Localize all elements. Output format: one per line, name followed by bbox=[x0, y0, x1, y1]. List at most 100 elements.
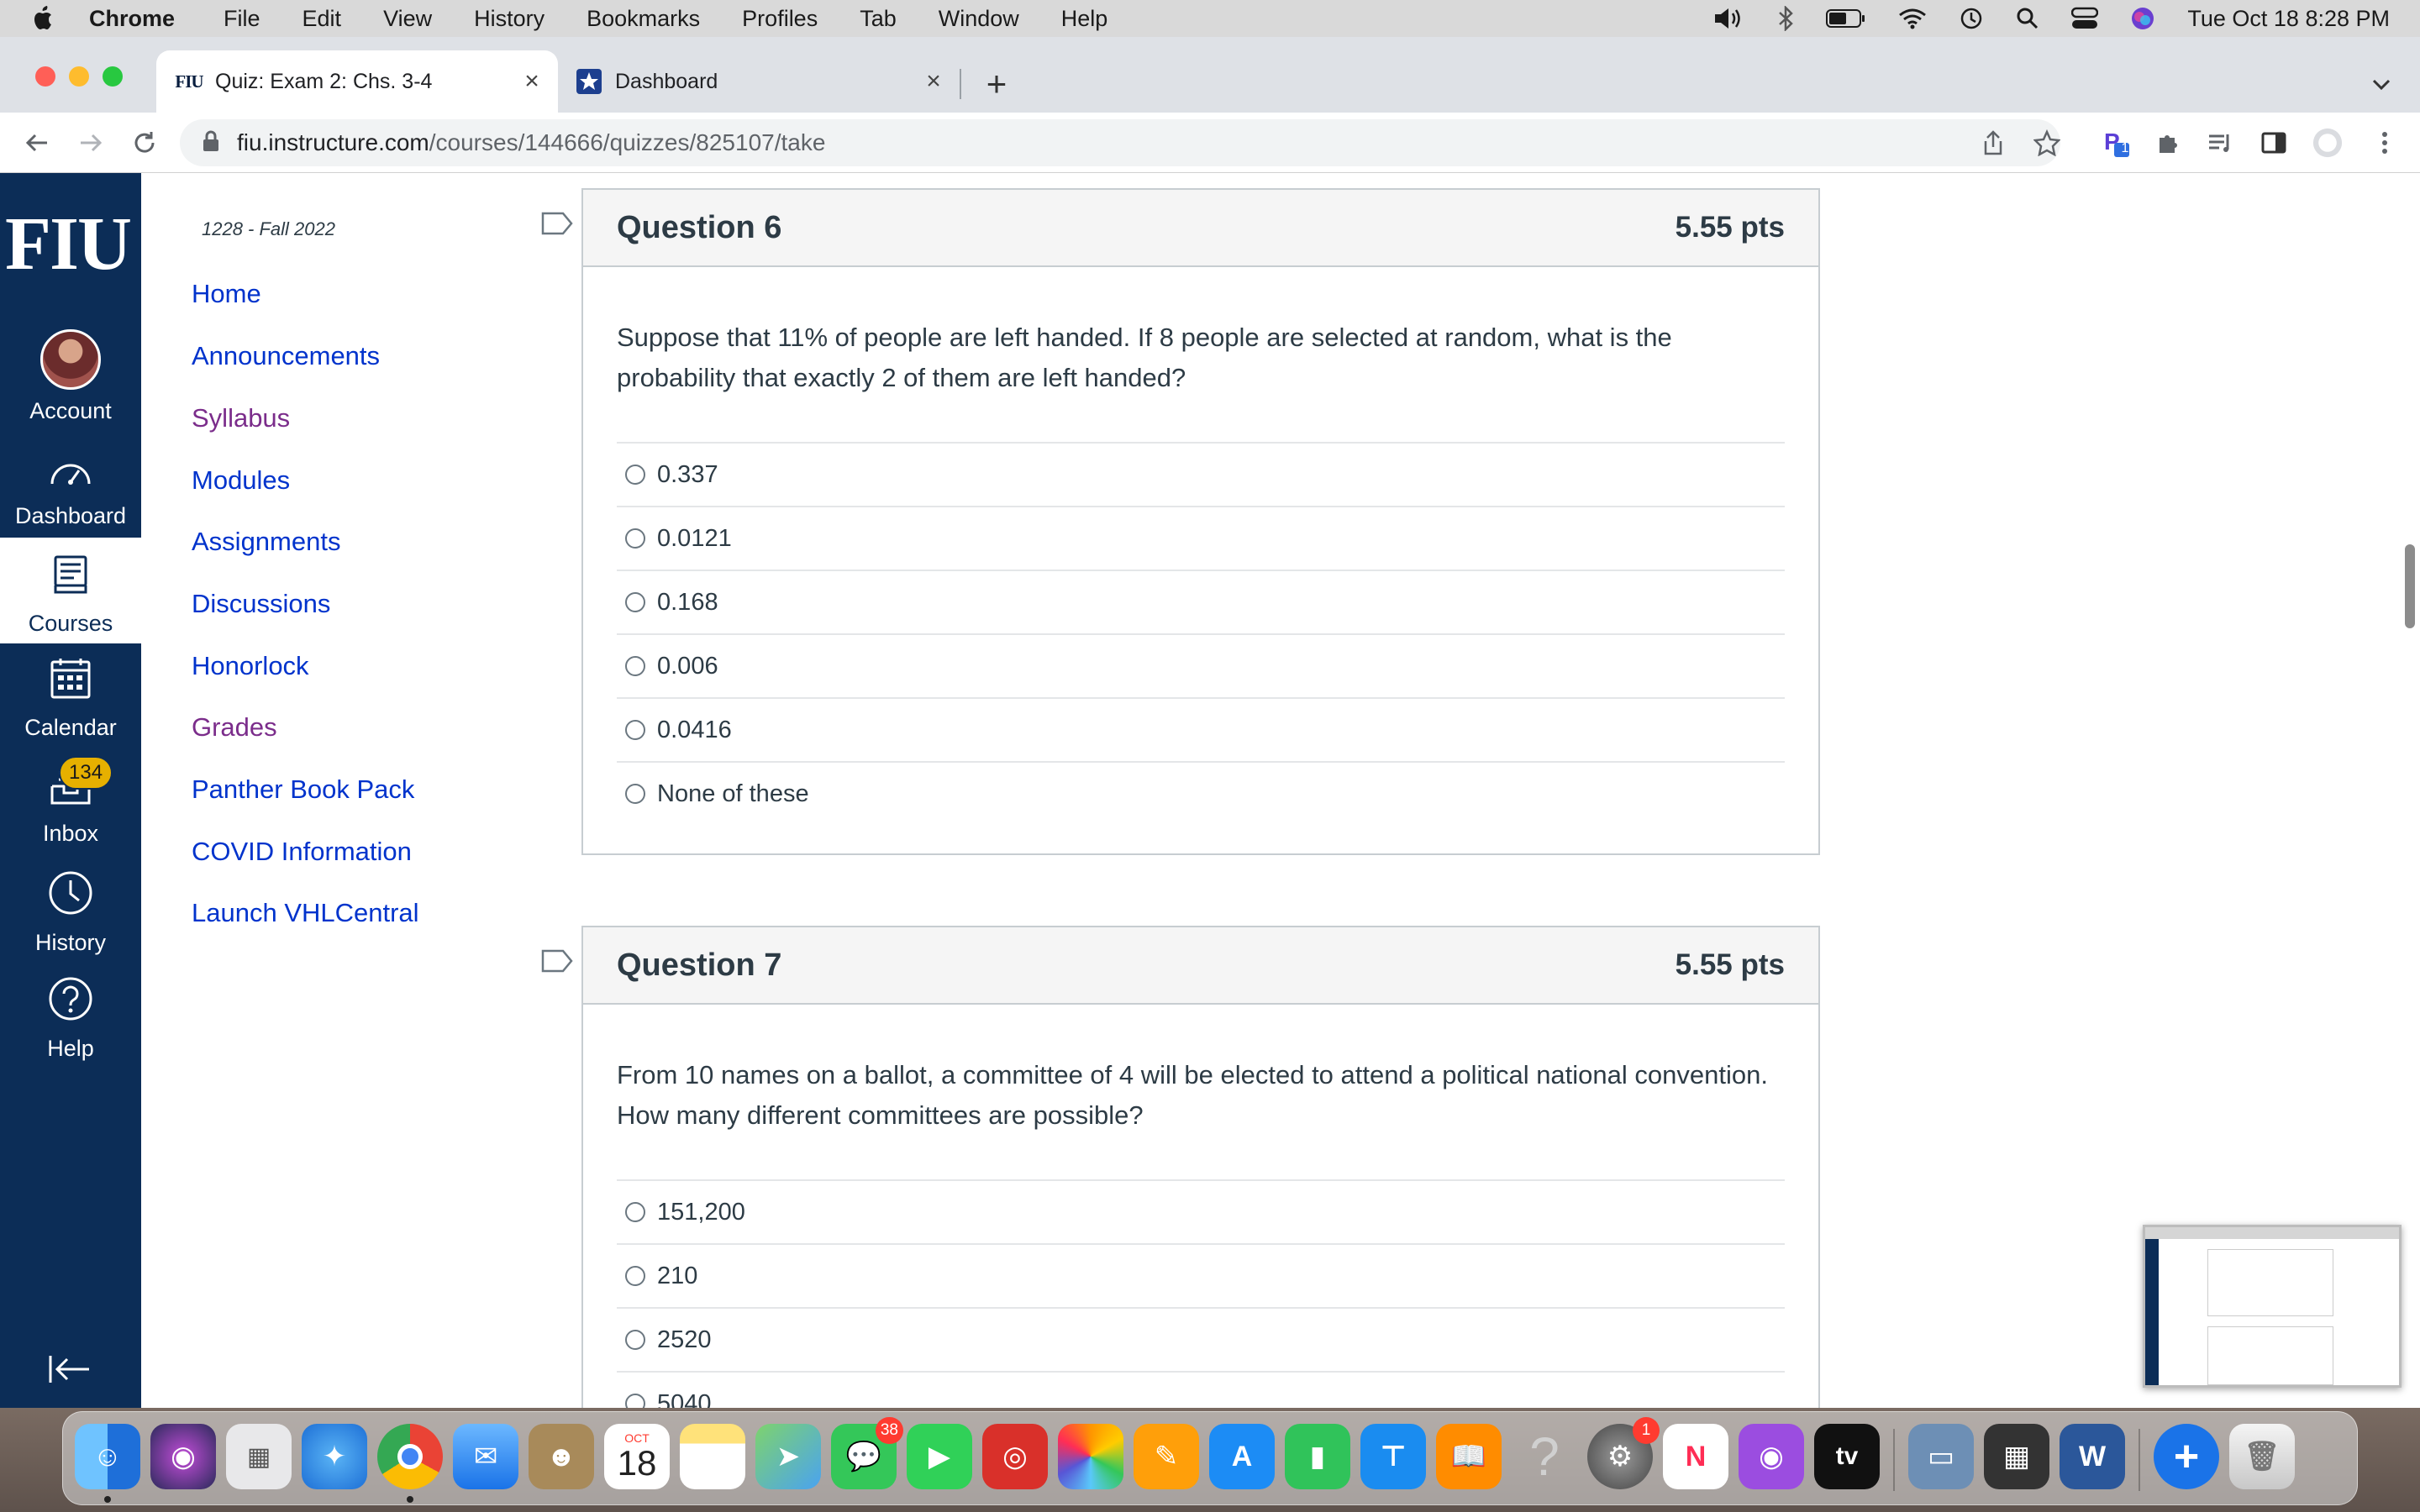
reload-button[interactable] bbox=[128, 126, 161, 160]
forward-button[interactable] bbox=[74, 126, 108, 160]
answer-option[interactable]: 0.168 bbox=[617, 570, 1785, 633]
chevron-down-icon[interactable] bbox=[2368, 71, 2395, 97]
fiu-logo[interactable]: FIU bbox=[5, 207, 132, 282]
preview-icon[interactable]: ▭ bbox=[1908, 1424, 1974, 1489]
close-tab-icon[interactable]: × bbox=[519, 67, 544, 95]
share-icon[interactable] bbox=[1978, 128, 2008, 158]
global-nav-history[interactable]: History bbox=[0, 870, 141, 956]
screenshot-thumbnail[interactable] bbox=[2143, 1225, 2402, 1388]
messages-icon[interactable]: 💬 38 bbox=[831, 1417, 903, 1489]
menu-profiles[interactable]: Profiles bbox=[742, 6, 818, 32]
menu-edit[interactable]: Edit bbox=[302, 6, 342, 32]
answer-option[interactable]: 2520 bbox=[617, 1307, 1785, 1371]
wifi-icon[interactable] bbox=[1898, 8, 1927, 29]
answer-option[interactable]: 0.0121 bbox=[617, 506, 1785, 570]
lock-icon[interactable] bbox=[202, 129, 220, 157]
volume-icon[interactable] bbox=[1713, 7, 1745, 30]
radio-button[interactable] bbox=[625, 592, 645, 612]
radio-button[interactable] bbox=[625, 528, 645, 549]
tab-quiz[interactable]: FIU Quiz: Exam 2: Chs. 3-4 × bbox=[156, 50, 558, 113]
global-nav-courses[interactable]: Courses bbox=[0, 538, 141, 643]
close-window-button[interactable] bbox=[35, 66, 55, 87]
menu-help[interactable]: Help bbox=[1061, 6, 1108, 32]
unknown-app-icon[interactable]: ? bbox=[1512, 1424, 1577, 1489]
radio-button[interactable] bbox=[625, 784, 645, 804]
menu-bookmarks[interactable]: Bookmarks bbox=[587, 6, 700, 32]
app-store-icon[interactable]: A bbox=[1209, 1424, 1275, 1489]
menu-history[interactable]: History bbox=[474, 6, 544, 32]
global-nav-calendar[interactable]: Calendar bbox=[0, 657, 141, 741]
calculator-icon[interactable]: ▦ bbox=[1984, 1424, 2049, 1489]
course-nav-honorlock[interactable]: Honorlock bbox=[192, 651, 309, 681]
answer-option[interactable]: 151,200 bbox=[617, 1179, 1785, 1243]
more-options-icon[interactable] bbox=[2370, 128, 2400, 158]
tab-dashboard[interactable]: Dashboard × bbox=[558, 50, 960, 113]
address-bar[interactable]: fiu.instructure.com/courses/144666/quizz… bbox=[180, 119, 2060, 166]
battery-icon[interactable] bbox=[1826, 8, 1866, 29]
course-nav-home[interactable]: Home bbox=[192, 279, 261, 309]
reading-list-icon[interactable] bbox=[2205, 128, 2235, 158]
siri-app-icon[interactable]: ◉ bbox=[150, 1424, 216, 1489]
global-nav-inbox[interactable]: 134 Inbox bbox=[0, 756, 141, 847]
radio-button[interactable] bbox=[625, 465, 645, 485]
calendar-app-icon[interactable]: OCT 18 bbox=[604, 1424, 670, 1489]
numbers-icon[interactable]: ▮ bbox=[1285, 1424, 1350, 1489]
zoom-window-button[interactable] bbox=[103, 66, 123, 87]
mail-icon[interactable]: ✉ bbox=[453, 1424, 518, 1489]
contacts-icon[interactable]: ☻ bbox=[529, 1424, 594, 1489]
flag-question-icon[interactable] bbox=[541, 212, 573, 235]
radio-button[interactable] bbox=[625, 720, 645, 740]
global-nav-account[interactable]: Account bbox=[0, 329, 141, 424]
bookmark-star-icon[interactable] bbox=[2032, 128, 2062, 158]
apple-menu-icon[interactable] bbox=[32, 5, 59, 32]
podcasts-icon[interactable]: ◉ bbox=[1739, 1424, 1804, 1489]
radio-button[interactable] bbox=[625, 1330, 645, 1350]
radio-button[interactable] bbox=[625, 1266, 645, 1286]
photo-booth-icon[interactable]: ◎ bbox=[982, 1424, 1048, 1489]
chrome-icon[interactable] bbox=[377, 1424, 443, 1489]
course-nav-announcements[interactable]: Announcements bbox=[192, 341, 380, 371]
course-nav-modules[interactable]: Modules bbox=[192, 465, 290, 496]
answer-option[interactable]: 0.006 bbox=[617, 633, 1785, 697]
time-machine-icon[interactable] bbox=[1959, 6, 1984, 31]
answer-option[interactable]: 0.0416 bbox=[617, 697, 1785, 761]
radio-button[interactable] bbox=[625, 1394, 645, 1408]
news-icon[interactable]: N bbox=[1663, 1424, 1728, 1489]
menu-clock[interactable]: Tue Oct 18 8:28 PM bbox=[2187, 6, 2390, 32]
system-settings-icon[interactable]: ⚙ 1 bbox=[1587, 1417, 1660, 1489]
menu-tab[interactable]: Tab bbox=[860, 6, 897, 32]
apple-tv-icon[interactable]: tv bbox=[1814, 1424, 1880, 1489]
menu-app-name[interactable]: Chrome bbox=[89, 6, 175, 32]
course-nav-assignments[interactable]: Assignments bbox=[192, 527, 340, 557]
keynote-icon[interactable]: ⊤ bbox=[1360, 1424, 1426, 1489]
radio-button[interactable] bbox=[625, 1202, 645, 1222]
trash-icon[interactable]: 🗑 bbox=[2229, 1424, 2295, 1489]
siri-icon[interactable] bbox=[2130, 6, 2155, 31]
notes-icon[interactable] bbox=[680, 1424, 745, 1489]
answer-option[interactable]: 5040 bbox=[617, 1371, 1785, 1408]
course-nav-covid-information[interactable]: COVID Information bbox=[192, 837, 412, 867]
puzzle-extensions-icon[interactable] bbox=[2153, 128, 2183, 158]
add-app-icon[interactable]: + bbox=[2154, 1424, 2219, 1489]
answer-option[interactable]: 0.337 bbox=[617, 442, 1785, 506]
photos-icon[interactable] bbox=[1058, 1424, 1123, 1489]
global-nav-help[interactable]: Help bbox=[0, 976, 141, 1062]
profile-avatar-icon[interactable] bbox=[2312, 128, 2343, 158]
course-nav-grades[interactable]: Grades bbox=[192, 712, 277, 743]
extension-p-icon[interactable]: P 1 bbox=[2101, 128, 2131, 158]
side-panel-icon[interactable] bbox=[2259, 128, 2289, 158]
flag-question-icon[interactable] bbox=[541, 949, 573, 973]
maps-icon[interactable]: ➤ bbox=[755, 1424, 821, 1489]
facetime-icon[interactable]: ▶ bbox=[907, 1424, 972, 1489]
global-nav-dashboard[interactable]: Dashboard bbox=[0, 455, 141, 529]
menu-file[interactable]: File bbox=[224, 6, 260, 32]
course-nav-syllabus[interactable]: Syllabus bbox=[192, 403, 290, 433]
menu-window[interactable]: Window bbox=[939, 6, 1019, 32]
new-tab-button[interactable]: + bbox=[980, 64, 1013, 103]
finder-icon[interactable]: ☺ bbox=[75, 1424, 140, 1489]
pages-icon[interactable]: ✎ bbox=[1134, 1424, 1199, 1489]
spotlight-icon[interactable] bbox=[2016, 7, 2039, 30]
answer-option[interactable]: None of these bbox=[617, 761, 1785, 825]
course-nav-panther-book-pack[interactable]: Panther Book Pack bbox=[192, 774, 414, 805]
page-scrollbar[interactable] bbox=[2405, 544, 2415, 628]
